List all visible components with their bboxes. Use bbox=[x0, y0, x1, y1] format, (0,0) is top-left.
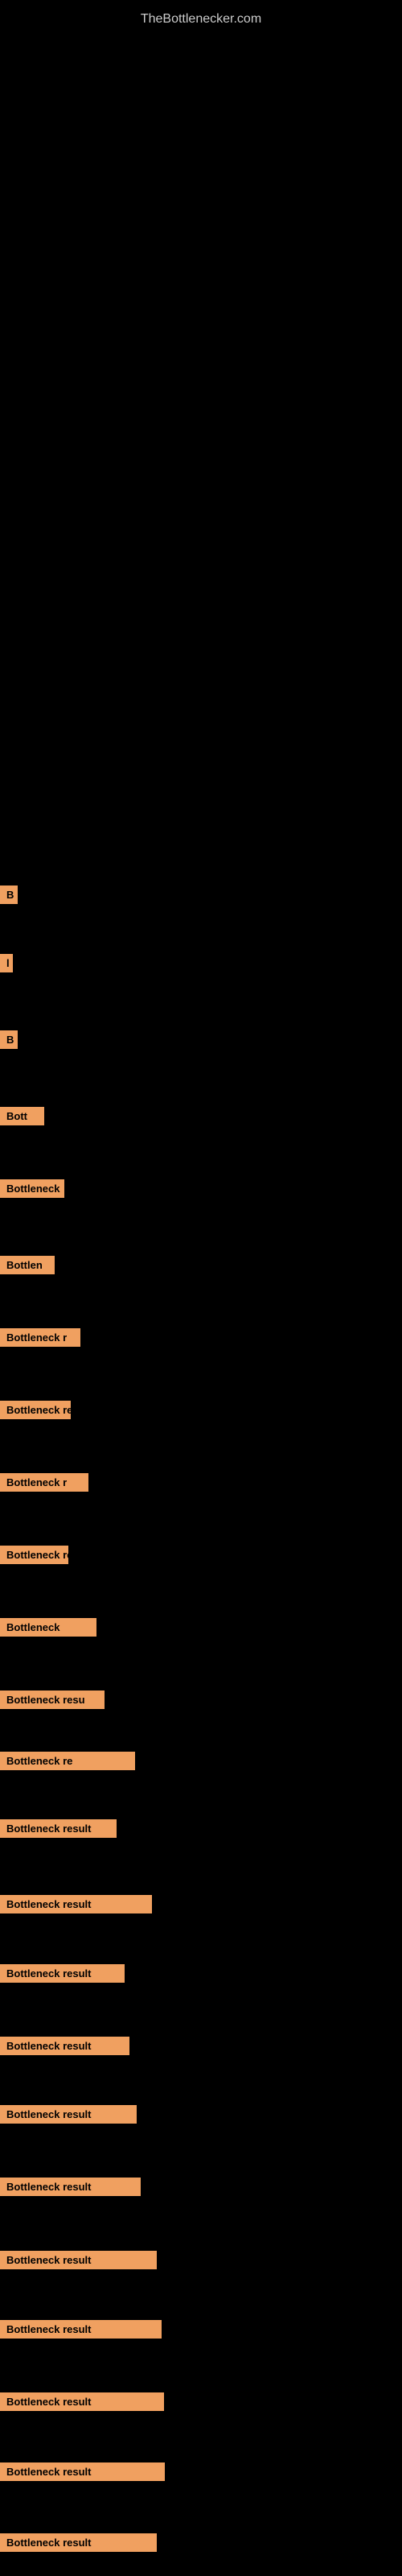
bar-19[interactable]: Bottleneck result bbox=[0, 2178, 141, 2196]
bar-8[interactable]: Bottleneck resu bbox=[0, 1401, 71, 1419]
bar-15[interactable]: Bottleneck result bbox=[0, 1895, 152, 1913]
bar-7[interactable]: Bottleneck r bbox=[0, 1328, 80, 1347]
bar-13[interactable]: Bottleneck re bbox=[0, 1752, 135, 1770]
bar-24[interactable]: Bottleneck result bbox=[0, 2533, 157, 2552]
bar-18[interactable]: Bottleneck result bbox=[0, 2105, 137, 2124]
bar-23[interactable]: Bottleneck result bbox=[0, 2462, 165, 2481]
bar-20[interactable]: Bottleneck result bbox=[0, 2251, 157, 2269]
bar-9[interactable]: Bottleneck r bbox=[0, 1473, 88, 1492]
bar-6[interactable]: Bottlen bbox=[0, 1256, 55, 1274]
bar-1[interactable]: B bbox=[0, 886, 18, 904]
bar-12[interactable]: Bottleneck resu bbox=[0, 1690, 105, 1709]
bar-3[interactable]: B bbox=[0, 1030, 18, 1049]
bar-4[interactable]: Bott bbox=[0, 1107, 44, 1125]
bar-21[interactable]: Bottleneck result bbox=[0, 2320, 162, 2339]
site-title: TheBottlenecker.com bbox=[0, 4, 402, 35]
bar-2[interactable]: l bbox=[0, 954, 13, 972]
bar-5[interactable]: Bottleneck bbox=[0, 1179, 64, 1198]
bar-16[interactable]: Bottleneck result bbox=[0, 1964, 125, 1983]
bar-17[interactable]: Bottleneck result bbox=[0, 2037, 129, 2055]
bar-11[interactable]: Bottleneck bbox=[0, 1618, 96, 1637]
bar-22[interactable]: Bottleneck result bbox=[0, 2392, 164, 2411]
bar-14[interactable]: Bottleneck result bbox=[0, 1819, 117, 1838]
bar-10[interactable]: Bottleneck re bbox=[0, 1546, 68, 1564]
